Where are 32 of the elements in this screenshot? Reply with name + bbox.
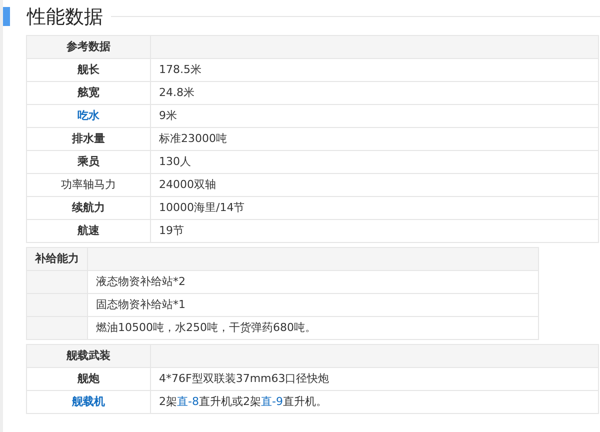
row-label: 续航力 [26, 196, 150, 220]
table-header: 补给能力 [26, 248, 88, 270]
cell-text: 标准23000吨 [159, 132, 227, 145]
cell-text: 9米 [159, 109, 177, 122]
cell-text: 10000海里/14节 [159, 201, 245, 214]
cell-text: 2架 [159, 395, 177, 408]
row-label: 功率轴马力 [26, 174, 150, 196]
table-header: 舰载武装 [26, 344, 150, 368]
cell-text: 24000双轴 [159, 178, 216, 191]
row-label: 排水量 [26, 128, 150, 150]
inline-link[interactable]: 直-8 [177, 395, 199, 408]
table-header: 参考数据 [26, 36, 150, 58]
section-heading: 性能数据 [27, 4, 103, 30]
cell-text: 130人 [159, 155, 191, 168]
row-label: 舰炮 [26, 368, 150, 390]
row-label: 乘员 [26, 150, 150, 174]
cell-text: 24.8米 [159, 86, 194, 99]
row-label: 舰长 [26, 58, 150, 82]
label-link[interactable]: 吃水 [26, 104, 150, 128]
label-link[interactable]: 舰载机 [26, 390, 150, 414]
cell-text: 燃油10500吨，水250吨，干货弹药680吨。 [96, 321, 316, 334]
cell-text: 直升机或2架 [198, 395, 261, 408]
row-label: 航速 [26, 220, 150, 242]
cell-text: 液态物资补给站*2 [96, 275, 186, 288]
cell-text: 19节 [159, 224, 184, 237]
cell-text: 4*76F型双联装37mm63口径快炮 [159, 372, 330, 385]
cell-text: 178.5米 [159, 63, 202, 76]
heading-marker [3, 7, 10, 26]
cell-text: 直升机。 [282, 395, 327, 408]
cell-text: 固态物资补给站*1 [96, 298, 186, 311]
row-label: 舷宽 [26, 82, 150, 104]
inline-link[interactable]: 直-9 [260, 395, 283, 408]
